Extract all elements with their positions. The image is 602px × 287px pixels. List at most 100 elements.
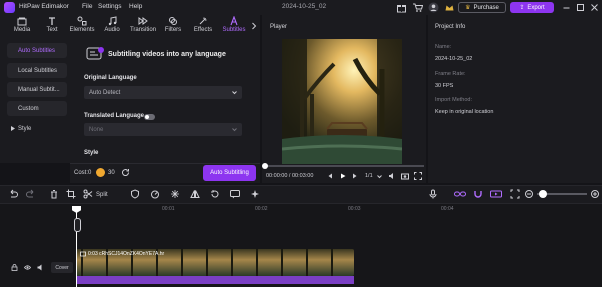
- text-icon: [49, 17, 55, 25]
- zoom-out-icon[interactable]: [524, 189, 534, 199]
- zoom-slider-knob[interactable]: [539, 190, 547, 198]
- translated-language-toggle[interactable]: [144, 114, 155, 120]
- gift-icon[interactable]: [396, 2, 407, 13]
- audio-icon: [108, 16, 117, 26]
- crown-icon[interactable]: [444, 2, 455, 13]
- snapshot-icon[interactable]: [401, 172, 409, 180]
- undo-icon[interactable]: [8, 189, 18, 199]
- maximize-icon[interactable]: [575, 2, 586, 13]
- frame-rate-label: Frame Rate:: [435, 71, 466, 77]
- menu-help[interactable]: Help: [129, 3, 142, 10]
- zoom-chevron-icon[interactable]: [377, 174, 382, 179]
- play-icon[interactable]: [340, 173, 346, 179]
- microphone-icon[interactable]: [428, 189, 438, 199]
- close-icon[interactable]: [589, 2, 600, 13]
- split-icon[interactable]: [83, 189, 93, 199]
- minimize-icon[interactable]: [561, 2, 572, 13]
- tab-effects[interactable]: Effects: [188, 16, 218, 38]
- sidebar-item-style[interactable]: Style: [7, 121, 67, 136]
- sidebar-item-auto-subtitles[interactable]: Auto Subtitles: [7, 43, 67, 58]
- translated-language-value: None: [89, 126, 104, 133]
- purchase-button[interactable]: ♛ Purchase: [458, 2, 506, 13]
- user-avatar-icon[interactable]: [428, 2, 439, 13]
- tab-elements-label: Elements: [69, 27, 95, 33]
- subtitle-panel-heading: Subtitling videos into any language: [108, 51, 226, 58]
- speed-icon[interactable]: [150, 189, 160, 199]
- project-info-title: Project Info: [435, 24, 466, 30]
- transition-icon: [138, 17, 148, 25]
- project-name-value: 2024-10-25_02: [435, 56, 473, 62]
- tab-media-label: Media: [13, 27, 31, 33]
- rotate-icon[interactable]: [210, 189, 220, 199]
- menu-settings[interactable]: Settings: [98, 3, 122, 10]
- volume-icon[interactable]: [388, 172, 396, 180]
- freeze-frame-icon[interactable]: [170, 189, 180, 199]
- tab-transition[interactable]: Transition: [127, 16, 159, 38]
- track-lock-icon[interactable]: [11, 264, 18, 271]
- video-preview[interactable]: [282, 39, 402, 164]
- chevron-down-icon: [232, 91, 237, 95]
- refresh-icon[interactable]: [121, 168, 130, 177]
- split-label[interactable]: Split: [96, 192, 108, 198]
- tab-text-label: Text: [46, 27, 58, 33]
- playback-progress-knob[interactable]: [262, 163, 268, 169]
- previous-frame-icon[interactable]: [327, 173, 333, 179]
- original-language-value: Auto Detect: [89, 89, 121, 96]
- export-icon: ⇪: [519, 5, 525, 11]
- elements-icon: [77, 16, 87, 26]
- clip-video-icon: [80, 251, 86, 257]
- mirror-icon[interactable]: [190, 189, 200, 199]
- ruler-tick-1: 00:01: [162, 206, 175, 212]
- sidebar-item-manual-subtitles[interactable]: Manual Subtit...: [7, 82, 67, 97]
- sidebar-item-local-subtitles[interactable]: Local Subtitles: [7, 63, 67, 78]
- magnet-snap-icon[interactable]: [472, 189, 484, 199]
- track-audio-icon[interactable]: [37, 264, 44, 271]
- crop-icon[interactable]: [66, 189, 76, 199]
- zoom-ratio[interactable]: 1/1: [365, 173, 373, 179]
- cover-button[interactable]: Cover: [51, 262, 73, 273]
- preview-track-icon[interactable]: [490, 189, 502, 199]
- purchase-label: Purchase: [473, 4, 499, 11]
- redo-icon[interactable]: [26, 189, 36, 199]
- menu-file[interactable]: File: [82, 3, 92, 10]
- tab-elements[interactable]: Elements: [66, 16, 98, 38]
- export-button[interactable]: ⇪ Export: [510, 2, 554, 13]
- cart-icon[interactable]: [412, 2, 423, 13]
- next-frame-icon[interactable]: [352, 173, 358, 179]
- app-logo: [4, 2, 15, 13]
- auto-subtitling-button[interactable]: Auto Subtitling: [203, 165, 256, 181]
- player-title: Player: [270, 24, 288, 30]
- tab-filters-label: Filters: [164, 27, 182, 33]
- tab-subtitles-label: Subtitles: [222, 27, 246, 33]
- link-track-icon[interactable]: [454, 189, 466, 199]
- fullscreen-icon[interactable]: [414, 172, 422, 180]
- track-visibility-icon[interactable]: [24, 264, 31, 271]
- frame-rate-value: 30 FPS: [435, 83, 454, 89]
- import-method-label: Import Method:: [435, 97, 472, 103]
- clip-audio-bar[interactable]: [76, 276, 354, 284]
- tab-audio[interactable]: Audio: [97, 16, 127, 38]
- import-method-value: Keep in original location: [435, 109, 494, 115]
- toolbar-more-chevron-icon[interactable]: [251, 22, 257, 30]
- tab-text[interactable]: Text: [37, 16, 67, 38]
- zoom-in-icon[interactable]: [590, 189, 600, 199]
- tab-subtitles[interactable]: Subtitles: [218, 16, 250, 38]
- app-name: HitPaw Edimakor: [19, 3, 69, 10]
- ai-tool-icon[interactable]: [250, 189, 260, 199]
- delete-icon[interactable]: [49, 189, 59, 199]
- zoom-fit-icon[interactable]: [510, 189, 520, 199]
- text-to-speech-icon[interactable]: [230, 189, 240, 199]
- filters-icon: [169, 17, 177, 25]
- coin-icon: [96, 168, 105, 177]
- translated-language-select[interactable]: None: [84, 123, 242, 136]
- shield-icon[interactable]: [130, 189, 140, 199]
- playback-progress-track[interactable]: [264, 165, 424, 167]
- original-language-label: Original Language: [84, 75, 137, 81]
- tab-media[interactable]: Media: [7, 16, 37, 38]
- tab-filters[interactable]: Filters: [158, 16, 188, 38]
- sidebar-item-custom[interactable]: Custom: [7, 101, 67, 116]
- style-label: Style: [84, 150, 99, 156]
- add-track-handle[interactable]: [74, 218, 81, 232]
- clip-label: 0:03 cRhSCJ14OnZK4OnYE7A.hr: [88, 251, 165, 257]
- original-language-select[interactable]: Auto Detect: [84, 86, 242, 99]
